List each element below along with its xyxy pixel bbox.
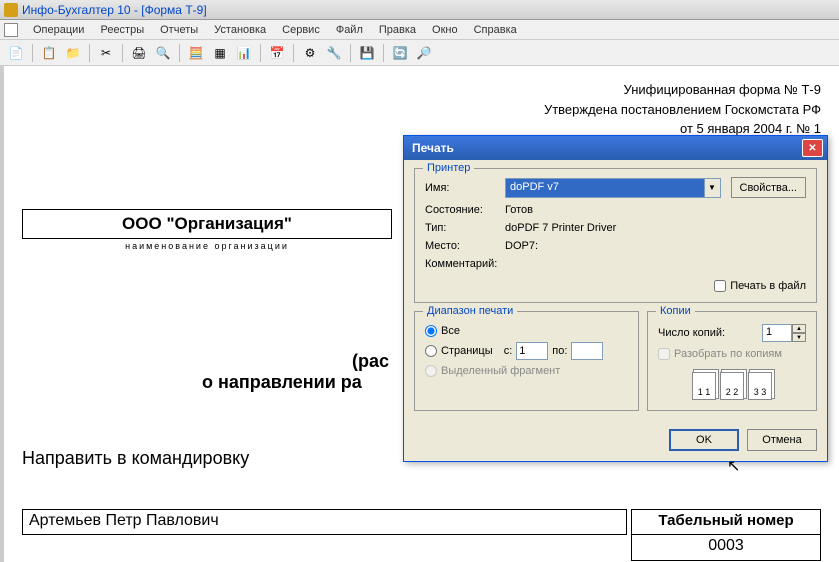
- menu-operations[interactable]: Операции: [26, 22, 91, 38]
- menu-registries[interactable]: Реестры: [93, 22, 151, 38]
- tab-value: 0003: [631, 535, 821, 561]
- tb-tool2-icon[interactable]: 🔧: [324, 43, 344, 63]
- label-comment: Комментарий:: [425, 258, 505, 270]
- close-button[interactable]: ✕: [802, 139, 823, 157]
- copies-count-label: Число копий:: [658, 327, 725, 339]
- to-label: по:: [552, 345, 567, 357]
- tb-chart-icon[interactable]: 📊: [234, 43, 254, 63]
- tb-search-icon[interactable]: 🔎: [414, 43, 434, 63]
- employee-table: Артемьев Петр Павлович Табельный номер 0…: [22, 509, 821, 561]
- employee-name-cell: Артемьев Петр Павлович: [22, 509, 627, 535]
- collate-illustration: 1 1 2 2 3 3: [658, 372, 806, 400]
- label-name: Имя:: [425, 182, 505, 194]
- menu-edit[interactable]: Правка: [372, 22, 423, 38]
- tb-copy-icon[interactable]: 📋: [39, 43, 59, 63]
- menu-service[interactable]: Сервис: [275, 22, 327, 38]
- tb-save-icon[interactable]: 💾: [357, 43, 377, 63]
- tb-table-icon[interactable]: ▦: [210, 43, 230, 63]
- spin-down-icon[interactable]: ▼: [792, 333, 806, 342]
- radio-all[interactable]: [425, 325, 437, 337]
- menu-file[interactable]: Файл: [329, 22, 370, 38]
- doc-header: Унифицированная форма № Т-9 Утверждена п…: [22, 80, 821, 139]
- dialog-title: Печать: [412, 141, 454, 155]
- dialog-titlebar[interactable]: Печать ✕: [404, 136, 827, 160]
- separator: [32, 44, 33, 62]
- tb-cut-icon[interactable]: ✂: [96, 43, 116, 63]
- separator: [122, 44, 123, 62]
- header-line1: Унифицированная форма № Т-9: [22, 80, 821, 100]
- org-caption: наименование организации: [22, 241, 392, 251]
- dialog-body: Принтер Имя: doPDF v7 ▼ Свойства... Сост…: [404, 160, 827, 461]
- print-dialog: Печать ✕ Принтер Имя: doPDF v7 ▼ Свойств…: [403, 135, 828, 462]
- copies-legend: Копии: [656, 305, 695, 317]
- label-place: Место:: [425, 240, 505, 252]
- label-state: Состояние:: [425, 204, 505, 216]
- printer-name-value: doPDF v7: [505, 178, 704, 198]
- radio-selection-label: Выделенный фрагмент: [441, 365, 560, 377]
- value-place: DOP7:: [505, 240, 806, 252]
- separator: [179, 44, 180, 62]
- range-legend: Диапазон печати: [423, 305, 517, 317]
- separator: [89, 44, 90, 62]
- menu-reports[interactable]: Отчеты: [153, 22, 205, 38]
- radio-selection: [425, 365, 437, 377]
- page-icon: 3 3: [748, 372, 772, 400]
- tb-folder-icon[interactable]: 📁: [63, 43, 83, 63]
- cancel-button[interactable]: Отмена: [747, 429, 817, 451]
- collate-label: Разобрать по копиям: [674, 348, 782, 360]
- menubar: Операции Реестры Отчеты Установка Сервис…: [0, 20, 839, 40]
- tb-calc-icon[interactable]: 🧮: [186, 43, 206, 63]
- printer-name-combo[interactable]: doPDF v7 ▼: [505, 178, 721, 198]
- tb-tool1-icon[interactable]: ⚙: [300, 43, 320, 63]
- radio-pages[interactable]: [425, 345, 437, 357]
- collate-checkbox: [658, 348, 670, 360]
- tab-column: Табельный номер 0003: [631, 509, 821, 561]
- tab-header: Табельный номер: [631, 509, 821, 535]
- chevron-down-icon[interactable]: ▼: [704, 178, 721, 198]
- app-icon: [4, 3, 18, 17]
- menu-help[interactable]: Справка: [467, 22, 524, 38]
- menu-window[interactable]: Окно: [425, 22, 465, 38]
- value-state: Готов: [505, 204, 806, 216]
- tb-print-icon[interactable]: 🖨: [129, 43, 149, 63]
- print-to-file-checkbox[interactable]: [714, 280, 726, 292]
- separator: [383, 44, 384, 62]
- copies-spinner[interactable]: 1 ▲ ▼: [762, 324, 806, 342]
- properties-button[interactable]: Свойства...: [731, 177, 806, 198]
- copies-value[interactable]: 1: [762, 324, 792, 342]
- window-title: Инфо-Бухгалтер 10 - [Форма Т-9]: [22, 3, 207, 17]
- printer-fieldset: Принтер Имя: doPDF v7 ▼ Свойства... Сост…: [414, 168, 817, 303]
- printer-legend: Принтер: [423, 162, 474, 174]
- from-label: с:: [504, 345, 513, 357]
- spin-up-icon[interactable]: ▲: [792, 324, 806, 333]
- ok-button[interactable]: OK: [669, 429, 739, 451]
- label-type: Тип:: [425, 222, 505, 234]
- radio-all-label: Все: [441, 325, 460, 337]
- tb-new-icon[interactable]: 📄: [6, 43, 26, 63]
- page-icon: 2 2: [720, 372, 744, 400]
- page-from-input[interactable]: [516, 342, 548, 360]
- separator: [293, 44, 294, 62]
- page-icon: 1 1: [692, 372, 716, 400]
- copies-fieldset: Копии Число копий: 1 ▲ ▼ Разобрать по ко…: [647, 311, 817, 411]
- titlebar: Инфо-Бухгалтер 10 - [Форма Т-9]: [0, 0, 839, 20]
- tb-date-icon[interactable]: 📅: [267, 43, 287, 63]
- org-name: ООО "Организация": [22, 209, 392, 239]
- document-icon: [4, 23, 18, 37]
- menu-setup[interactable]: Установка: [207, 22, 273, 38]
- radio-pages-label: Страницы: [441, 345, 493, 357]
- toolbar: 📄 📋 📁 ✂ 🖨 🔍 🧮 ▦ 📊 📅 ⚙ 🔧 💾 🔄 🔎: [0, 40, 839, 66]
- print-to-file-label: Печать в файл: [730, 280, 806, 292]
- tb-preview-icon[interactable]: 🔍: [153, 43, 173, 63]
- value-type: doPDF 7 Printer Driver: [505, 222, 806, 234]
- separator: [260, 44, 261, 62]
- separator: [350, 44, 351, 62]
- tb-refresh-icon[interactable]: 🔄: [390, 43, 410, 63]
- header-line2: Утверждена постановлением Госкомстата РФ: [22, 100, 821, 120]
- page-to-input[interactable]: [571, 342, 603, 360]
- range-fieldset: Диапазон печати Все Страницы с: по: Выде…: [414, 311, 639, 411]
